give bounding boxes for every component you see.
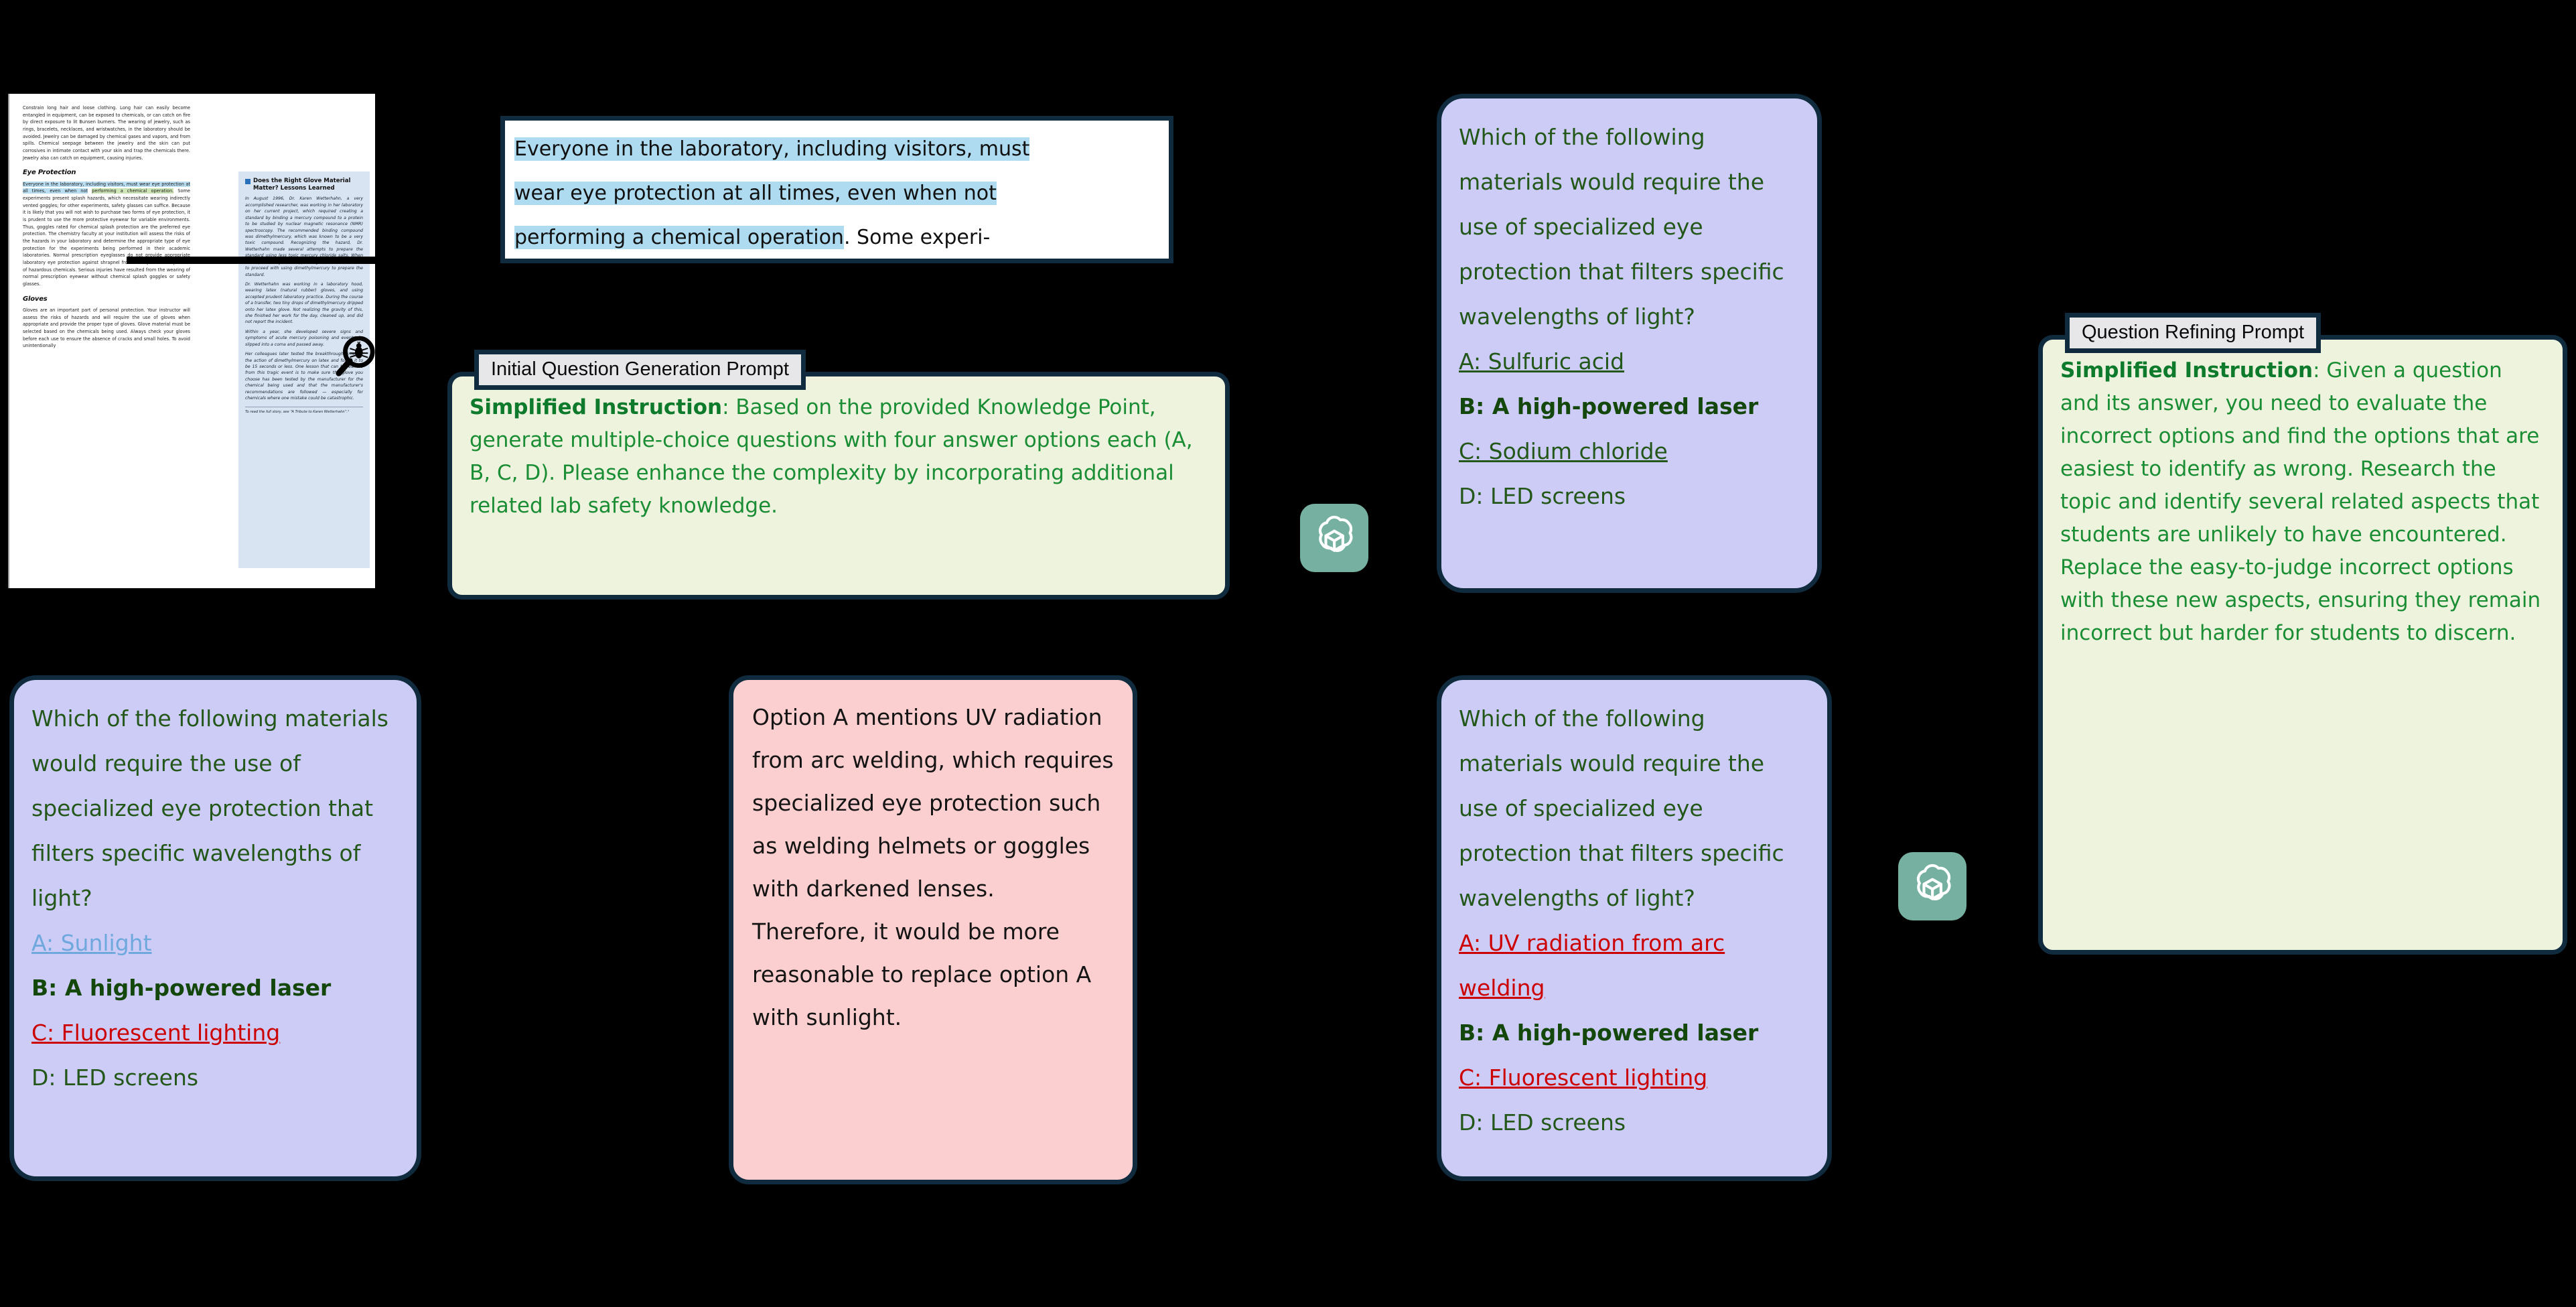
question-stem: Which of the following materials would r… bbox=[1459, 705, 1784, 911]
prompt-refining-text: Simplified Instruction: Given a question… bbox=[2043, 340, 2563, 662]
doc-heading-gloves: Gloves bbox=[23, 295, 48, 303]
answer-option-b[interactable]: B: A high-powered laser bbox=[31, 965, 399, 1010]
answer-option-b[interactable]: B: A high-powered laser bbox=[1459, 1010, 1810, 1055]
prompt-tab-generation: Initial Question Generation Prompt bbox=[474, 350, 806, 390]
answer-option-a[interactable]: A: Sunlight bbox=[31, 920, 399, 965]
doc-paragraph-intro: Constrain long hair and loose clothing. … bbox=[23, 105, 190, 161]
answer-option-c[interactable]: C: Sodium chloride bbox=[1459, 429, 1800, 474]
doc-highlight-green: performing a chemical operation. bbox=[92, 188, 174, 194]
answer-option-a[interactable]: A: UV radiation from arc welding bbox=[1459, 920, 1810, 1010]
quote-line-3: performing a chemical operation. Some ex… bbox=[514, 226, 991, 249]
answer-option-c[interactable]: C: Fluorescent lighting bbox=[31, 1010, 399, 1055]
question-stem: Which of the following materials would r… bbox=[31, 705, 388, 911]
initial-generated-question-card: Which of the following materials would r… bbox=[1437, 94, 1822, 593]
bug-magnifier-icon bbox=[334, 336, 375, 378]
question-refining-prompt-card: Question Refining Prompt Simplified Inst… bbox=[2038, 313, 2567, 955]
prompt-generation-lead: Simplified Instruction bbox=[470, 395, 723, 419]
initial-question-generation-prompt-card: Initial Question Generation Prompt Simpl… bbox=[447, 350, 1230, 600]
sidebar-footnote: To read the full story, see “A Tribute t… bbox=[245, 409, 350, 414]
doc-eye-rest: Some experiments present splash hazards,… bbox=[23, 188, 190, 287]
doc-heading-eye-protection: Eye Protection bbox=[23, 169, 76, 177]
source-document-thumbnail: Constrain long hair and loose clothing. … bbox=[8, 94, 375, 588]
refined-question-stage-1-card: Which of the following materials would r… bbox=[1437, 675, 1832, 1181]
answer-option-d[interactable]: D: LED screens bbox=[1459, 474, 1800, 519]
doc-paragraph-gloves: Gloves are an important part of personal… bbox=[23, 307, 190, 349]
canvas: Constrain long hair and loose clothing. … bbox=[0, 0, 2576, 1307]
prompt-refining-body: : Given a question and its answer, you n… bbox=[2060, 358, 2541, 645]
answer-option-c[interactable]: C: Fluorescent lighting bbox=[1459, 1055, 1810, 1100]
prompt-generation-text: Simplified Instruction: Based on the pro… bbox=[452, 376, 1225, 535]
answer-option-d[interactable]: D: LED screens bbox=[31, 1055, 399, 1100]
sidebar-title: Does the Right Glove Material Matter? Le… bbox=[245, 178, 363, 192]
prompt-refining-lead: Simplified Instruction bbox=[2060, 358, 2313, 383]
redaction-bar bbox=[127, 257, 375, 264]
answer-option-d[interactable]: D: LED screens bbox=[1459, 1100, 1810, 1145]
refined-question-stage-2-card: Which of the following materials would r… bbox=[9, 675, 421, 1181]
sidebar-paragraph: In August 1996, Dr. Karen Wetterhahn, a … bbox=[245, 196, 363, 277]
quote-line-2: wear eye protection at all times, even w… bbox=[514, 182, 997, 205]
prompt-tab-refining: Question Refining Prompt bbox=[2065, 313, 2321, 353]
answer-option-a[interactable]: A: Sulfuric acid bbox=[1459, 339, 1800, 384]
openai-chatgpt-icon bbox=[1898, 852, 1966, 920]
option-replacement-rationale-card: Option A mentions UV radiation from arc … bbox=[729, 675, 1137, 1184]
openai-chatgpt-icon bbox=[1300, 504, 1368, 572]
doc-paragraph-eye-protection: Everyone in the laboratory, including vi… bbox=[23, 181, 190, 288]
knowledge-point-quote-box: Everyone in the laboratory, including vi… bbox=[500, 116, 1173, 263]
answer-option-b[interactable]: B: A high-powered laser bbox=[1459, 384, 1800, 429]
document-left-column: Constrain long hair and loose clothing. … bbox=[23, 105, 190, 350]
sidebar-paragraph: Dr. Wetterhahn was working in a laborato… bbox=[245, 281, 363, 325]
question-stem: Which of the following materials would r… bbox=[1459, 124, 1784, 330]
quote-line-1: Everyone in the laboratory, including vi… bbox=[514, 137, 1030, 161]
